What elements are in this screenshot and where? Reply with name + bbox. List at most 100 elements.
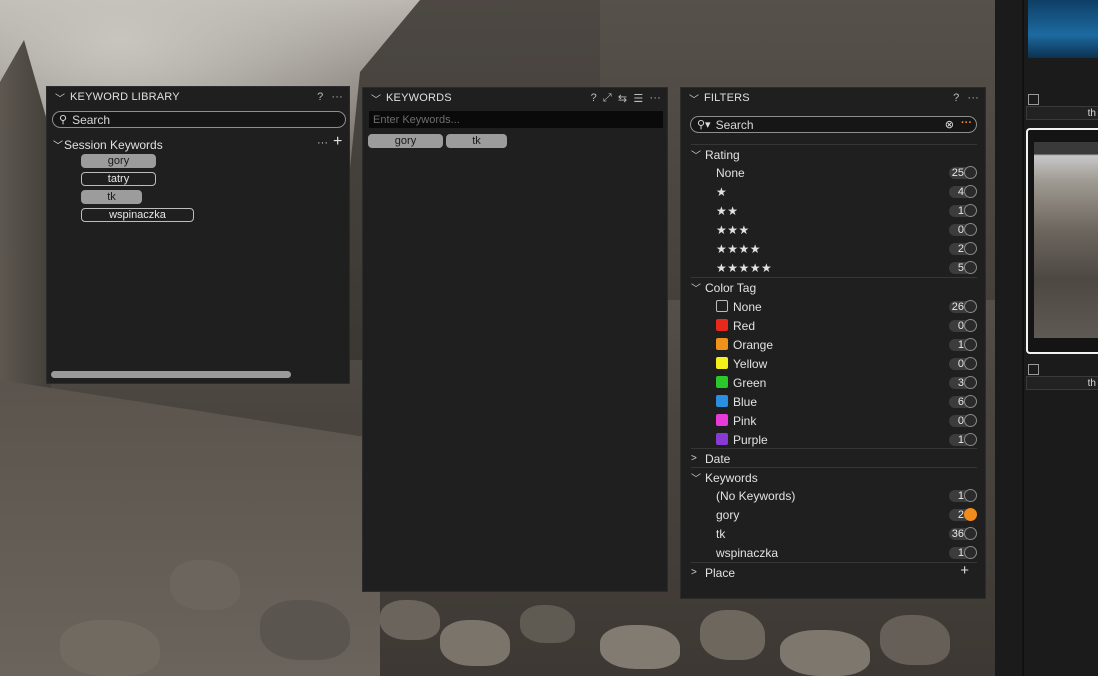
filter-toggle[interactable]	[964, 338, 977, 351]
keyword-chip[interactable]: tatry	[81, 172, 156, 186]
color-tag-filter-row[interactable]: Blue 6	[681, 392, 985, 411]
rating-stars: ★	[716, 184, 728, 199]
rating-section-header[interactable]: ﹀ Rating	[691, 144, 977, 164]
filter-toggle[interactable]	[964, 357, 977, 370]
chevron-down-icon[interactable]: ﹀	[371, 91, 383, 106]
more-options-button[interactable]: ···	[317, 137, 328, 149]
session-keywords-group[interactable]: ﹀ Session Keywords	[53, 137, 163, 153]
filter-toggle[interactable]	[964, 489, 977, 502]
rating-filter-row[interactable]: ★ 4	[681, 182, 985, 201]
keywords-header[interactable]: ﹀ KEYWORDS ? ⤢ ⇆ ☰ ···	[363, 88, 667, 108]
rating-filter-row[interactable]: None 25	[681, 163, 985, 182]
chevron-right-icon[interactable]: >	[691, 567, 705, 578]
clear-search-icon[interactable]: ⊗	[945, 118, 954, 131]
keyword-tag[interactable]: gory	[368, 134, 443, 148]
filter-toggle[interactable]	[964, 376, 977, 389]
filter-toggle[interactable]	[964, 185, 977, 198]
color-tag-label: None	[733, 299, 762, 314]
more-options-button[interactable]: ···	[331, 91, 343, 103]
keyword-library-search[interactable]: ⚲	[52, 111, 346, 128]
filter-toggle[interactable]	[964, 204, 977, 217]
keyword-chip[interactable]: wspinaczka	[81, 208, 194, 222]
expand-icon[interactable]: ⤢	[603, 92, 612, 105]
list-icon[interactable]: ☰	[633, 92, 643, 105]
keyword-library-panel: ﹀ KEYWORD LIBRARY ? ··· ⚲ ﹀ Session Keyw…	[46, 86, 350, 384]
rating-filter-row[interactable]: ★★★★★ 5	[681, 258, 985, 277]
thumbnail-selected[interactable]	[1026, 128, 1098, 354]
chevron-down-icon[interactable]: ﹀	[55, 90, 67, 105]
chevron-down-icon[interactable]: ﹀	[691, 280, 705, 295]
rating-label: None	[716, 165, 745, 180]
rating-filter-row[interactable]: ★★★ 0	[681, 220, 985, 239]
place-section-header[interactable]: > Place	[691, 562, 977, 582]
filter-toggle[interactable]	[964, 433, 977, 446]
keyword-filter-row[interactable]: tk 36	[681, 524, 985, 543]
panel-title: FILTERS	[704, 92, 750, 104]
color-tag-filter-row[interactable]: Green 3	[681, 373, 985, 392]
filter-toggle[interactable]	[964, 166, 977, 179]
rating-stars: ★★★★	[716, 241, 762, 256]
chevron-right-icon[interactable]: >	[691, 453, 705, 464]
search-input[interactable]	[715, 117, 926, 132]
color-swatch-purple	[716, 433, 728, 445]
rating-filter-row[interactable]: ★★★★ 2	[681, 239, 985, 258]
color-tag-filter-row[interactable]: Yellow 0	[681, 354, 985, 373]
add-place-button[interactable]: +	[960, 562, 969, 579]
color-swatch-none	[716, 300, 728, 312]
thumbnail-checkbox[interactable]	[1028, 94, 1039, 105]
help-button[interactable]: ?	[317, 91, 323, 103]
rating-filter-row[interactable]: ★★ 1	[681, 201, 985, 220]
filters-header[interactable]: ﹀ FILTERS ? ···	[681, 88, 985, 108]
chevron-down-icon[interactable]: ﹀	[691, 147, 705, 162]
color-swatch-yellow	[716, 357, 728, 369]
chevron-down-icon[interactable]: ﹀	[689, 91, 701, 106]
keyword-filter-row[interactable]: (No Keywords) 1	[681, 486, 985, 505]
filter-toggle[interactable]	[964, 546, 977, 559]
copy-apply-icon[interactable]: ⇆	[618, 92, 627, 105]
search-options-icon[interactable]: ···	[961, 117, 972, 129]
filter-toggle[interactable]	[964, 300, 977, 313]
color-tag-filter-row[interactable]: Pink 0	[681, 411, 985, 430]
add-keyword-button[interactable]: +	[333, 133, 342, 151]
thumbnail-checkbox[interactable]	[1028, 364, 1039, 375]
keyword-chip[interactable]: tk	[81, 190, 142, 204]
keyword-tag[interactable]: tk	[446, 134, 507, 148]
color-tag-section-header[interactable]: ﹀ Color Tag	[691, 277, 977, 297]
panel-title: KEYWORDS	[386, 92, 452, 104]
color-tag-filter-row[interactable]: Red 0	[681, 316, 985, 335]
color-tag-label: Blue	[733, 394, 758, 409]
color-tag-label: Pink	[733, 413, 757, 428]
filter-toggle[interactable]	[964, 242, 977, 255]
more-options-button[interactable]: ···	[649, 92, 661, 104]
filter-toggle-active[interactable]	[964, 508, 977, 521]
date-section-header[interactable]: > Date	[691, 448, 977, 468]
chevron-down-icon[interactable]: ﹀	[53, 137, 64, 152]
chevron-down-icon[interactable]: ﹀	[691, 470, 705, 485]
horizontal-scrollbar[interactable]	[51, 371, 291, 378]
thumbnail-image[interactable]	[1028, 0, 1098, 58]
filters-search[interactable]: ⚲▾ ⊗ ···	[690, 116, 977, 133]
filter-toggle[interactable]	[964, 261, 977, 274]
enter-keywords-input[interactable]	[369, 111, 663, 128]
filter-toggle[interactable]	[964, 395, 977, 408]
keywords-section-header[interactable]: ﹀ Keywords	[691, 467, 977, 487]
color-tag-filter-row[interactable]: Purple 1	[681, 430, 985, 449]
keyword-filter-row[interactable]: wspinaczka 1	[681, 543, 985, 562]
keyword-filter-row[interactable]: gory 2	[681, 505, 985, 524]
filter-toggle[interactable]	[964, 223, 977, 236]
color-tag-filter-row[interactable]: Orange 1	[681, 335, 985, 354]
search-input[interactable]	[72, 112, 345, 127]
keyword-library-header[interactable]: ﹀ KEYWORD LIBRARY ? ···	[47, 87, 349, 107]
more-options-button[interactable]: ···	[967, 92, 979, 104]
section-label: Date	[705, 451, 731, 466]
filter-toggle[interactable]	[964, 319, 977, 332]
help-button[interactable]: ?	[591, 92, 597, 104]
filter-toggle[interactable]	[964, 414, 977, 427]
help-button[interactable]: ?	[953, 92, 959, 104]
keyword-label: gory	[716, 507, 740, 522]
filter-toggle[interactable]	[964, 527, 977, 540]
keyword-chip[interactable]: gory	[81, 154, 156, 168]
color-tag-filter-row[interactable]: None 26	[681, 297, 985, 316]
color-tag-label: Orange	[733, 337, 774, 352]
color-swatch-blue	[716, 395, 728, 407]
